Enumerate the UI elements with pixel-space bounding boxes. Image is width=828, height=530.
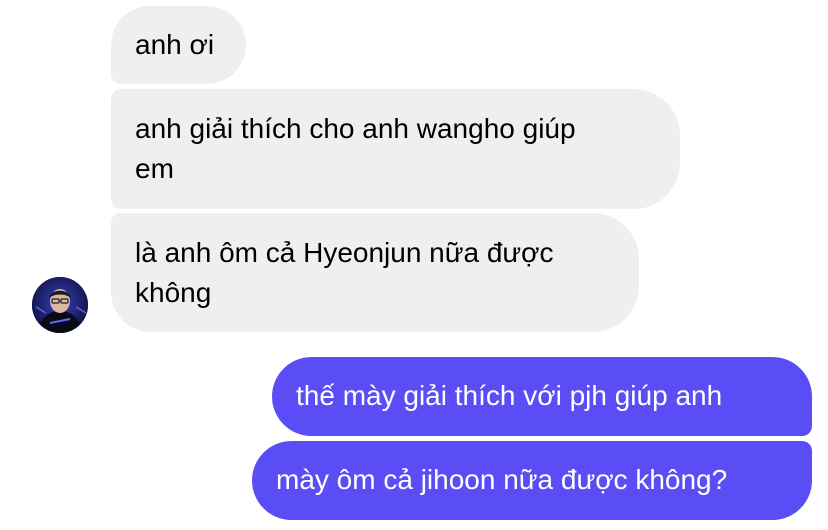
outgoing-message-bubble[interactable]: thế mày giải thích với pjh giúp anh — [272, 357, 812, 436]
incoming-message-bubble[interactable]: anh ơi — [111, 6, 246, 84]
avatar-image — [32, 277, 88, 333]
incoming-message-bubble[interactable]: anh giải thích cho anh wangho giúp em — [111, 89, 680, 209]
incoming-message-bubble[interactable]: là anh ôm cả Hyeonjun nữa được không — [111, 213, 639, 332]
outgoing-message-bubble[interactable]: mày ôm cả jihoon nữa được không? — [252, 441, 812, 520]
contact-avatar[interactable] — [32, 277, 88, 333]
